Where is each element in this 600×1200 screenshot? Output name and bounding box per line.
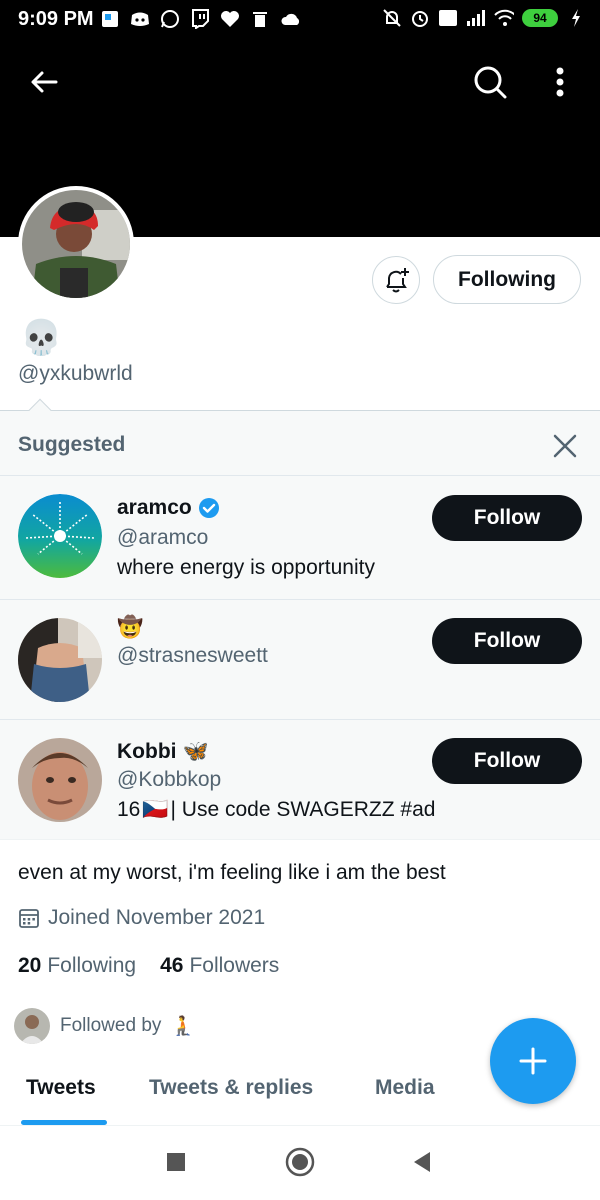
bell-plus-icon — [386, 268, 409, 293]
back-arrow-icon — [31, 71, 58, 93]
back-nav-button[interactable] — [406, 1146, 438, 1178]
profile-display-name: 💀 — [20, 319, 63, 357]
suggested-bio: 16 🇨🇿 | Use code SWAGERZZ #ad — [117, 798, 436, 821]
search-button[interactable] — [468, 60, 512, 104]
calendar-icon — [19, 909, 39, 928]
battery-indicator: 94 — [522, 9, 558, 27]
close-icon — [553, 434, 577, 458]
follow-button[interactable]: Follow — [432, 618, 582, 664]
profile-bio: even at my worst, i'm feeling like i am … — [18, 861, 446, 884]
follow-button[interactable]: Follow — [432, 738, 582, 784]
recents-button[interactable] — [160, 1146, 192, 1178]
square-icon — [167, 1153, 185, 1171]
verified-badge-icon — [198, 498, 219, 518]
profile-avatar[interactable] — [18, 186, 134, 302]
aramco-avatar[interactable] — [18, 494, 102, 578]
follow-counts: 20 Following 46 Followers — [18, 954, 279, 978]
wifi-icon — [494, 8, 514, 28]
compose-tweet-button[interactable] — [490, 1018, 576, 1104]
suggested-account-kobbkop[interactable]: Kobbi 🦋 @Kobbkop 16 🇨🇿 | Use code SWAGERZZ… — [0, 719, 600, 841]
kneeling-person-emoji: 🧎 — [171, 1016, 196, 1037]
system-icons: 94 — [382, 8, 586, 28]
more-vertical-icon — [556, 67, 564, 97]
more-options-button[interactable] — [540, 60, 580, 104]
followed-by[interactable]: Followed by 🧎 — [14, 1008, 195, 1044]
search-icon — [474, 66, 507, 99]
follow-button[interactable]: Follow — [432, 495, 582, 541]
plus-icon — [519, 1047, 547, 1075]
cloud-icon — [280, 9, 300, 29]
app-notification-icon — [100, 9, 120, 29]
charging-icon — [566, 8, 586, 28]
suggested-account-aramco[interactable]: aramco @aramco where energy is opportuni… — [0, 475, 600, 599]
suggested-handle: @aramco — [117, 526, 209, 549]
heart-icon — [220, 9, 240, 29]
joined-date: Joined November 2021 — [18, 906, 265, 930]
suggested-name[interactable]: 🤠 — [117, 616, 143, 640]
butterfly-emoji: 🦋 — [182, 740, 209, 763]
following-count-link[interactable]: 20 Following — [18, 954, 136, 978]
signal-icon — [466, 8, 486, 28]
tab-tweets[interactable]: Tweets — [26, 1076, 96, 1100]
profile-handle: @yxkubwrld — [18, 362, 133, 385]
notifications-bell-button[interactable] — [372, 256, 420, 304]
dismiss-suggested-button[interactable] — [550, 431, 580, 461]
suggested-panel: Suggested aramco @aramco where energy is… — [0, 398, 600, 841]
android-nav-bar — [0, 1128, 600, 1200]
suggested-title: Suggested — [18, 433, 126, 456]
suggested-name[interactable]: aramco — [117, 496, 220, 520]
followers-count-link[interactable]: 46 Followers — [160, 954, 279, 978]
suggested-bio: where energy is opportunity — [117, 556, 375, 579]
strasnesweett-avatar[interactable] — [18, 618, 102, 702]
alarm-icon — [410, 8, 430, 28]
suggested-handle: @strasnesweett — [117, 644, 268, 667]
home-button[interactable] — [282, 1144, 318, 1180]
twitch-icon — [190, 9, 210, 29]
active-tab-indicator — [21, 1120, 107, 1125]
volte-icon — [438, 8, 458, 28]
suggested-account-strasnesweett[interactable]: 🤠 @strasnesweett Follow — [0, 599, 600, 719]
kobbkop-avatar[interactable] — [18, 738, 102, 822]
following-button[interactable]: Following — [433, 255, 581, 304]
avatar-image — [22, 190, 130, 298]
whatsapp-icon — [160, 9, 180, 29]
suggested-name[interactable]: Kobbi 🦋 — [117, 740, 209, 764]
trash-icon — [250, 9, 270, 29]
circle-icon — [285, 1147, 315, 1177]
mute-bell-icon — [382, 8, 402, 28]
panel-caret — [28, 398, 52, 422]
status-time: 9:09 PM — [18, 8, 94, 30]
tab-tweets-and-replies[interactable]: Tweets & replies — [149, 1076, 313, 1100]
discord-icon — [130, 9, 150, 29]
tab-media[interactable]: Media — [375, 1076, 435, 1100]
status-bar: 9:09 PM 94 — [0, 0, 600, 38]
back-button[interactable] — [22, 60, 66, 104]
follower-avatar — [14, 1008, 50, 1044]
czech-flag-emoji: 🇨🇿 — [142, 798, 169, 821]
notification-icons — [100, 9, 300, 29]
triangle-back-icon — [414, 1152, 430, 1172]
suggested-handle: @Kobbkop — [117, 768, 222, 791]
